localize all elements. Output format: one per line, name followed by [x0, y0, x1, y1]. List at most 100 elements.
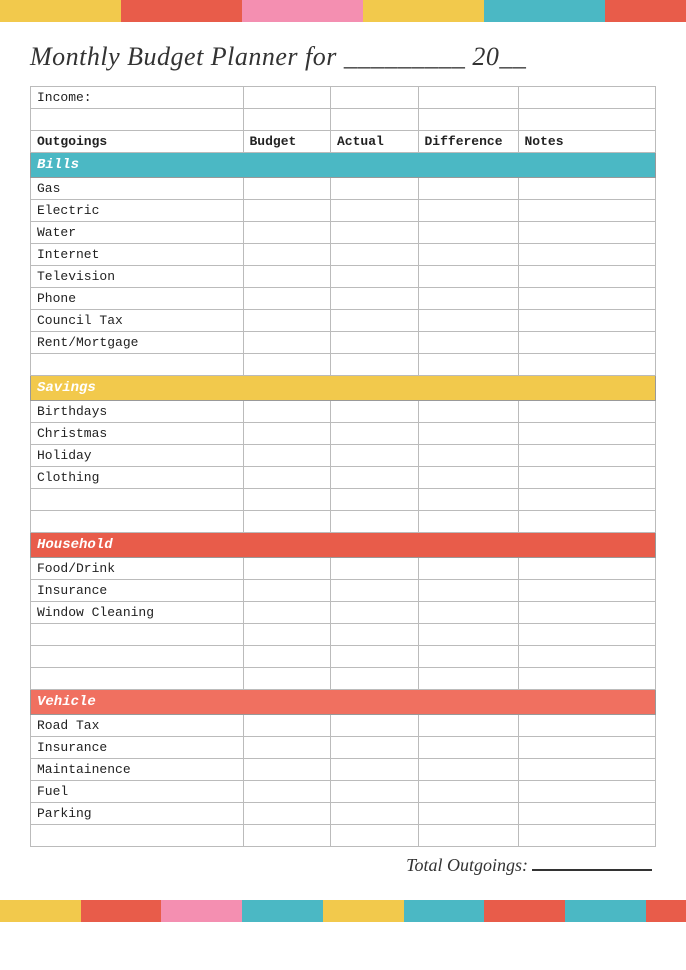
- top-block-10: [363, 0, 403, 22]
- savings-holiday-label: Holiday: [31, 445, 244, 467]
- top-block-1: [0, 0, 40, 22]
- household-food-drink-label: Food/Drink: [31, 558, 244, 580]
- col-header-notes: Notes: [518, 131, 656, 153]
- bottom-block-3: [81, 900, 121, 922]
- income-diff: [418, 87, 518, 109]
- bottom-block-1: [0, 900, 40, 922]
- section-household-header: Household: [31, 533, 656, 558]
- bottom-block-13: [484, 900, 524, 922]
- vehicle-row-maintainence: Maintainence: [31, 759, 656, 781]
- bottom-block-15: [565, 900, 605, 922]
- income-actual: [331, 87, 419, 109]
- savings-row-christmas: Christmas: [31, 423, 656, 445]
- bills-gas-label: Gas: [31, 178, 244, 200]
- budget-table: Income: Outgoings Budget Actual Differen…: [30, 86, 656, 847]
- bills-row-water: Water: [31, 222, 656, 244]
- savings-christmas-label: Christmas: [31, 423, 244, 445]
- vehicle-road-tax-label: Road Tax: [31, 715, 244, 737]
- savings-clothing-label: Clothing: [31, 467, 244, 489]
- top-block-16: [605, 0, 645, 22]
- bills-row-gas: Gas: [31, 178, 656, 200]
- top-block-15: [565, 0, 605, 22]
- bills-row-council-tax: Council Tax: [31, 310, 656, 332]
- bottom-block-4: [121, 900, 161, 922]
- vehicle-row-parking: Parking: [31, 803, 656, 825]
- bottom-block-9: [323, 900, 363, 922]
- income-label: Income:: [31, 87, 244, 109]
- bills-internet-label: Internet: [31, 244, 244, 266]
- vehicle-row-insurance: Insurance: [31, 737, 656, 759]
- bills-television-label: Television: [31, 266, 244, 288]
- income-notes: [518, 87, 656, 109]
- bills-rent-mortgage-label: Rent/Mortgage: [31, 332, 244, 354]
- top-color-bar: [0, 0, 686, 22]
- vehicle-fuel-label: Fuel: [31, 781, 244, 803]
- top-block-3: [81, 0, 121, 22]
- bills-council-tax-label: Council Tax: [31, 310, 244, 332]
- page-content: Monthly Budget Planner for _________ 20_…: [0, 22, 686, 900]
- bottom-block-7: [242, 900, 282, 922]
- top-block-14: [525, 0, 565, 22]
- bottom-color-bar: [0, 900, 686, 922]
- household-row-food-drink: Food/Drink: [31, 558, 656, 580]
- savings-label: Savings: [31, 376, 656, 401]
- household-spacer-3: [31, 668, 656, 690]
- household-spacer-1: [31, 624, 656, 646]
- vehicle-spacer-1: [31, 825, 656, 847]
- savings-row-birthdays: Birthdays: [31, 401, 656, 423]
- section-savings-header: Savings: [31, 376, 656, 401]
- page-title: Monthly Budget Planner for _________ 20_…: [30, 42, 656, 72]
- bills-electric-label: Electric: [31, 200, 244, 222]
- bottom-block-11: [404, 900, 444, 922]
- top-block-7: [242, 0, 282, 22]
- bottom-block-2: [40, 900, 80, 922]
- total-outgoings-label: Total Outgoings:: [406, 855, 528, 875]
- bottom-block-17: [646, 900, 686, 922]
- vehicle-label: Vehicle: [31, 690, 656, 715]
- savings-row-holiday: Holiday: [31, 445, 656, 467]
- bills-row-rent-mortgage: Rent/Mortgage: [31, 332, 656, 354]
- vehicle-insurance-label: Insurance: [31, 737, 244, 759]
- top-block-9: [323, 0, 363, 22]
- vehicle-maintainence-label: Maintainence: [31, 759, 244, 781]
- top-block-4: [121, 0, 161, 22]
- bills-row-internet: Internet: [31, 244, 656, 266]
- household-insurance-label: Insurance: [31, 580, 244, 602]
- vehicle-row-road-tax: Road Tax: [31, 715, 656, 737]
- top-block-11: [404, 0, 444, 22]
- top-block-6: [202, 0, 242, 22]
- household-label: Household: [31, 533, 656, 558]
- bills-water-label: Water: [31, 222, 244, 244]
- col-header-budget: Budget: [243, 131, 331, 153]
- bottom-block-6: [202, 900, 242, 922]
- top-block-8: [283, 0, 323, 22]
- col-header-actual: Actual: [331, 131, 419, 153]
- household-window-cleaning-label: Window Cleaning: [31, 602, 244, 624]
- total-outgoings-value: [532, 869, 652, 871]
- bills-row-television: Television: [31, 266, 656, 288]
- section-vehicle-header: Vehicle: [31, 690, 656, 715]
- bottom-block-5: [161, 900, 201, 922]
- top-block-13: [484, 0, 524, 22]
- household-row-window-cleaning: Window Cleaning: [31, 602, 656, 624]
- savings-row-clothing: Clothing: [31, 467, 656, 489]
- bills-row-phone: Phone: [31, 288, 656, 310]
- bottom-block-16: [605, 900, 645, 922]
- income-row: Income:: [31, 87, 656, 109]
- bills-phone-label: Phone: [31, 288, 244, 310]
- savings-spacer-1: [31, 489, 656, 511]
- bottom-block-12: [444, 900, 484, 922]
- top-block-12: [444, 0, 484, 22]
- bottom-block-14: [525, 900, 565, 922]
- income-budget: [243, 87, 331, 109]
- top-block-2: [40, 0, 80, 22]
- savings-spacer-2: [31, 511, 656, 533]
- bills-row-electric: Electric: [31, 200, 656, 222]
- col-header-difference: Difference: [418, 131, 518, 153]
- household-spacer-2: [31, 646, 656, 668]
- bottom-block-10: [363, 900, 403, 922]
- vehicle-row-fuel: Fuel: [31, 781, 656, 803]
- savings-birthdays-label: Birthdays: [31, 401, 244, 423]
- top-block-5: [161, 0, 201, 22]
- bottom-block-8: [283, 900, 323, 922]
